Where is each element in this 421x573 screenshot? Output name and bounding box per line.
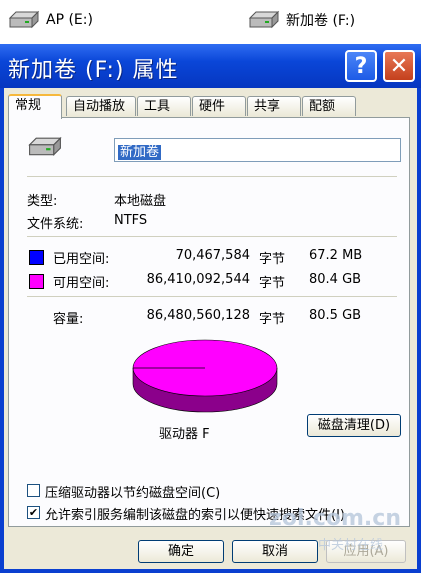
index-checkbox[interactable]: ✔ [27,506,40,519]
free-space-size: 80.4 GB [309,272,362,287]
dialog-body: 常规 自动播放 工具 硬件 共享 配额 新加卷 类型: 本地磁盘 文件系统: N… [4,88,417,569]
capacity-unit: 字节 [259,312,286,327]
drive-letter-label: 驱动器 F [159,427,210,442]
checkmark-icon: ✔ [28,506,39,519]
hard-drive-icon [28,136,62,157]
general-panel: 新加卷 类型: 本地磁盘 文件系统: NTFS 已用空间: 70,467,584… [8,117,410,527]
tab-sharing[interactable]: 共享 [247,96,301,116]
volume-name-input[interactable]: 新加卷 [114,138,401,162]
free-color-swatch [29,274,44,289]
disk-cleanup-button[interactable]: 磁盘清理(D) [307,414,401,437]
tab-hardware[interactable]: 硬件 [192,96,246,116]
used-space-bytes: 70,467,584 [175,248,250,263]
drive-e-shortcut[interactable]: AP (E:) [8,10,93,30]
divider [27,236,397,237]
desktop-strip: AP (E:) 新加卷 (F:) [0,0,421,44]
drive-f-label: 新加卷 (F:) [286,13,356,29]
type-label: 类型: [27,194,58,209]
tab-quota[interactable]: 配额 [302,96,356,116]
free-space-unit: 字节 [259,276,286,291]
drive-f-shortcut[interactable]: 新加卷 (F:) [248,10,355,30]
free-space-bytes: 86,410,092,544 [146,272,250,287]
hard-drive-icon [248,10,280,29]
capacity-label: 容量: [53,312,84,327]
used-space-size: 67.2 MB [309,248,363,263]
ok-button[interactable]: 确定 [138,540,224,563]
volume-name-text: 新加卷 [118,145,162,160]
used-space-label: 已用空间: [53,252,110,267]
compress-checkbox[interactable] [27,484,40,497]
used-space-unit: 字节 [259,252,286,267]
properties-window: 新加卷 (F:) 属性 ? ✕ 常规 自动播放 工具 硬件 共享 配额 新加卷 … [0,44,421,573]
disk-usage-pie [132,339,278,413]
watermark-logo: zol.com.cn [269,506,401,531]
type-value: 本地磁盘 [114,194,167,209]
cancel-button[interactable]: 取消 [232,540,318,563]
title-bar[interactable]: 新加卷 (F:) 属性 ? ✕ [0,44,421,88]
capacity-size: 80.5 GB [309,308,362,323]
capacity-bytes: 86,480,560,128 [146,308,250,323]
tab-tools[interactable]: 工具 [137,96,191,116]
drive-e-label: AP (E:) [46,12,93,28]
divider [27,176,397,177]
close-button[interactable]: ✕ [383,50,415,82]
divider [27,296,397,297]
filesystem-value: NTFS [114,213,148,228]
window-title: 新加卷 (F:) 属性 [8,58,179,83]
free-space-label: 可用空间: [53,276,110,291]
watermark-subtitle: 中关村在线 [317,538,383,553]
tab-general[interactable]: 常规 [8,94,62,119]
compress-label: 压缩驱动器以节约磁盘空间(C) [45,486,221,501]
filesystem-label: 文件系统: [27,217,84,232]
help-button[interactable]: ? [345,50,377,82]
hard-drive-icon [8,10,40,29]
used-color-swatch [29,250,44,265]
tab-autoplay[interactable]: 自动播放 [66,96,136,116]
